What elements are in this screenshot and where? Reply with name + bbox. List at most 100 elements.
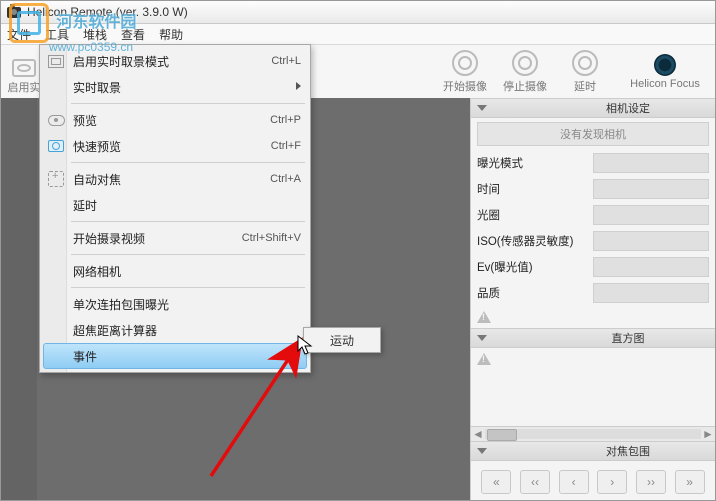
focus-near-slow-button[interactable]: › (597, 470, 627, 494)
menu-item-label: 预览 (73, 112, 260, 129)
prop-value[interactable] (593, 257, 709, 277)
menu-item-quick-preview[interactable]: 快速预览 Ctrl+F (43, 133, 307, 159)
mouse-cursor-icon (297, 335, 313, 357)
camera-settings-header[interactable]: 相机设定 (471, 98, 715, 118)
menu-item-network-camera[interactable]: 网络相机 (43, 258, 307, 284)
focus-far-slow-button[interactable]: ‹ (559, 470, 589, 494)
menu-separator (71, 221, 305, 222)
menu-item-hyperfocal-calc[interactable]: 超焦距离计算器 (43, 317, 307, 343)
menu-item-events[interactable]: 事件 (43, 343, 307, 369)
menu-item-preview[interactable]: 预览 Ctrl+P (43, 107, 307, 133)
menu-item-label: 实时取景 (73, 79, 301, 96)
scroll-track[interactable] (485, 429, 701, 439)
menu-item-enable-liveview[interactable]: 启用实时取景模式 Ctrl+L (43, 48, 307, 74)
collapse-icon (477, 105, 487, 111)
collapse-icon (477, 335, 487, 341)
prop-label: Ev(曝光值) (477, 259, 587, 275)
menu-item-shortcut: Ctrl+A (270, 173, 301, 185)
toolbar-label: 开始摄像 (443, 78, 487, 94)
prop-row-aperture: 光圈 (471, 202, 715, 228)
menu-item-label: 超焦距离计算器 (73, 322, 301, 339)
gear-icon (512, 50, 538, 76)
title-bar: Helicon Remote (ver. 3.9.0 W) (1, 1, 715, 24)
menu-item-label: 快速预览 (73, 138, 261, 155)
menu-item-shortcut: Ctrl+Shift+V (242, 232, 301, 244)
menu-separator (71, 287, 305, 288)
prop-row-iso: ISO(传感器灵敏度) (471, 228, 715, 254)
focus-bracket-header[interactable]: 对焦包围 (471, 441, 715, 461)
menu-separator (71, 254, 305, 255)
prop-value[interactable] (593, 231, 709, 251)
events-submenu: 运动 (303, 327, 381, 353)
panel-title: 对焦包围 (547, 443, 709, 459)
scroll-left-icon[interactable]: ◄ (471, 428, 485, 440)
scroll-thumb[interactable] (487, 429, 517, 441)
collapse-icon (477, 448, 487, 454)
prop-value[interactable] (593, 153, 709, 173)
menu-bar: 文件 工具 堆栈 查看 帮助 (1, 24, 715, 45)
focus-bracket-buttons: « ‹‹ ‹ › ›› » (471, 461, 715, 500)
histogram-header[interactable]: 直方图 (471, 328, 715, 348)
no-camera-notice: 没有发现相机 (477, 122, 709, 146)
prop-label: 时间 (477, 181, 587, 197)
menu-help[interactable]: 帮助 (159, 26, 183, 43)
warning-row (471, 306, 715, 328)
histogram-warning (471, 348, 715, 370)
menu-item-shortcut: Ctrl+P (270, 114, 301, 126)
autofocus-icon (47, 170, 65, 188)
delay-button[interactable]: 延时 (555, 47, 615, 97)
focus-far-fast-button[interactable]: « (481, 470, 511, 494)
prop-label: 品质 (477, 285, 587, 301)
prop-value[interactable] (593, 179, 709, 199)
prop-label: ISO(传感器灵敏度) (477, 233, 587, 249)
menu-item-label: 自动对焦 (73, 171, 260, 188)
toolbar-label: Helicon Focus (630, 78, 700, 90)
toolbar-label: 启用实 (8, 79, 41, 95)
toolbar-label: 延时 (574, 78, 596, 94)
gear-icon (452, 50, 478, 76)
start-capture-button[interactable]: 开始摄像 (435, 47, 495, 97)
prop-row-exposure-mode: 曝光模式 (471, 150, 715, 176)
menu-item-shortcut: Ctrl+L (271, 55, 301, 67)
focus-lens-icon (654, 54, 676, 76)
app-icon (7, 7, 21, 18)
menu-separator (71, 103, 305, 104)
liveview-icon (47, 52, 65, 70)
scroll-right-icon[interactable]: ► (701, 428, 715, 440)
submenu-arrow-icon (296, 82, 301, 90)
prop-value[interactable] (593, 283, 709, 303)
menu-view[interactable]: 查看 (121, 26, 145, 43)
menu-item-autofocus[interactable]: 自动对焦 Ctrl+A (43, 166, 307, 192)
menu-item-label: 启用实时取景模式 (73, 53, 261, 70)
histogram-scrollbar[interactable]: ◄ ► (471, 426, 715, 441)
menu-file[interactable]: 文件 (7, 26, 31, 43)
prop-row-ev: Ev(曝光值) (471, 254, 715, 280)
menu-separator (71, 162, 305, 163)
menu-item-single-bracket[interactable]: 单次连拍包围曝光 (43, 291, 307, 317)
stop-capture-button[interactable]: 停止摄像 (495, 47, 555, 97)
menu-tools[interactable]: 工具 (45, 26, 69, 43)
focus-near-med-button[interactable]: ›› (636, 470, 666, 494)
camera-icon (47, 137, 65, 155)
menu-item-liveview[interactable]: 实时取景 (43, 74, 307, 100)
menu-item-delay[interactable]: 延时 (43, 192, 307, 218)
app-window: 河东软件园 www.pc0359.cn Helicon Remote (ver.… (0, 0, 716, 501)
focus-far-med-button[interactable]: ‹‹ (520, 470, 550, 494)
tools-dropdown: 启用实时取景模式 Ctrl+L 实时取景 预览 Ctrl+P 快速预览 Ctrl… (39, 44, 311, 373)
helicon-focus-button[interactable]: Helicon Focus (615, 47, 715, 97)
gear-icon (572, 50, 598, 76)
submenu-item-motion[interactable]: 运动 (330, 332, 354, 349)
prop-label: 光圈 (477, 207, 587, 223)
right-panel: 相机设定 没有发现相机 曝光模式 时间 光圈 ISO(传感器灵敏度) Ev(曝光… (470, 98, 715, 500)
panel-title: 相机设定 (547, 100, 709, 116)
menu-item-label: 单次连拍包围曝光 (73, 296, 301, 313)
prop-row-time: 时间 (471, 176, 715, 202)
liveview-icon (12, 59, 36, 77)
focus-near-fast-button[interactable]: » (675, 470, 705, 494)
prop-value[interactable] (593, 205, 709, 225)
window-title: Helicon Remote (ver. 3.9.0 W) (27, 5, 188, 19)
menu-item-start-record[interactable]: 开始摄录视频 Ctrl+Shift+V (43, 225, 307, 251)
menu-stack[interactable]: 堆栈 (83, 26, 107, 43)
toolbar-label: 停止摄像 (503, 78, 547, 94)
liveview-button-partial[interactable]: 启用实 (7, 59, 41, 95)
